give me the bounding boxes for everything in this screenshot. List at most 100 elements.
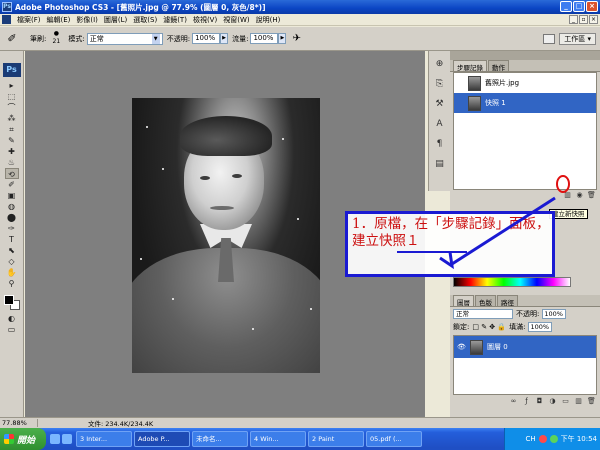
magic-wand-tool-icon[interactable]: ⁂ [5,113,19,124]
tray-green-icon[interactable] [549,435,558,443]
mode-select[interactable]: 正常 ▼ [86,32,163,45]
menu-help[interactable]: 說明(H) [253,15,284,25]
layers-lock-row: 鎖定: □ ✎ ✥ 🔒 填滿: 100% [450,320,600,333]
tab-paths[interactable]: 路徑 [497,295,518,307]
eraser-tool-icon[interactable]: ✐ [5,179,19,190]
character-icon[interactable]: A [433,117,447,131]
tool-presets-icon[interactable]: ⚒ [433,97,447,111]
ie-icon[interactable] [50,434,60,444]
tab-layers[interactable]: 圖層 [453,295,474,307]
new-layer-icon[interactable]: ▥ [574,397,583,406]
taskbar-item[interactable]: 05.pdf (... [366,431,422,447]
lasso-tool-icon[interactable]: ⌒ [5,102,19,113]
menu-select[interactable]: 選取(S) [130,15,160,25]
doc-close-button[interactable]: × [589,15,598,24]
language-indicator[interactable]: CH [525,435,535,443]
history-brush-tool-selected-icon[interactable]: ⟲ [4,168,19,179]
blur-tool-icon[interactable]: ◍ [5,201,19,212]
type-tool-icon[interactable]: T [5,234,19,245]
delete-state-icon[interactable]: 🗑 [587,191,596,200]
dust-speck [310,308,312,310]
lock-icons[interactable]: □ ✎ ✥ 🔒 [472,323,506,331]
screen-mode-icon[interactable]: ▭ [5,324,19,335]
paragraph-icon[interactable]: ¶ [433,137,447,151]
menu-view[interactable]: 檢視(V) [190,15,220,25]
workspace-button[interactable]: 工作區 ▾ [559,33,596,45]
menu-layer[interactable]: 圖層(L) [101,15,130,25]
opacity-input[interactable]: 100% [192,33,221,44]
document-icon [2,15,11,24]
maximize-button[interactable]: □ [573,1,585,12]
menu-filter[interactable]: 濾鏡(T) [160,15,190,25]
tab-history[interactable]: 步驟記錄 [453,60,487,72]
color-swatches[interactable] [2,293,22,311]
brush-preset-picker[interactable]: ● 21 [48,30,64,48]
fx-icon[interactable]: ƒ [522,397,531,406]
move-tool-icon[interactable]: ▸ [5,80,19,91]
zoom-tool-icon[interactable]: ⚲ [5,278,19,289]
history-icon[interactable]: ⎘ [433,77,447,91]
fill-input[interactable]: 100% [528,321,553,332]
layer-opacity-input[interactable]: 100% [542,308,567,319]
tab-channels[interactable]: 色版 [475,295,496,307]
taskbar-item[interactable]: 未命名... [192,431,248,447]
new-group-icon[interactable]: ▭ [561,397,570,406]
clone-stamp-tool-icon[interactable]: ♨ [5,157,19,168]
menu-image[interactable]: 影像(I) [73,15,101,25]
tab-actions[interactable]: 動作 [488,60,509,72]
taskbar-item[interactable]: 2 Paint [308,431,364,447]
mouth-shape [210,206,234,210]
history-item-source[interactable]: 舊照片.jpg [454,73,596,93]
menu-edit[interactable]: 編輯(E) [44,15,74,25]
dodge-tool-icon[interactable]: ⬤ [5,212,19,223]
doc-minimize-button[interactable]: _ [569,15,578,24]
doc-restore-button[interactable]: ▫ [579,15,588,24]
pen-tool-icon[interactable]: ✑ [5,223,19,234]
history-item-snapshot[interactable]: 快照 1 [454,93,596,113]
flow-label: 流量: [232,34,249,43]
info-icon[interactable]: ▤ [433,157,447,171]
taskbar-item[interactable]: 4 Win... [250,431,306,447]
taskbar-item-photoshop[interactable]: Adobe P... [134,431,190,447]
healing-brush-tool-icon[interactable]: ✚ [5,146,19,157]
delete-layer-icon[interactable]: 🗑 [587,397,596,406]
hand-tool-icon[interactable]: ✋ [5,267,19,278]
palette-well-icon[interactable] [543,34,556,44]
marquee-tool-icon[interactable]: ⬚ [5,91,19,102]
status-bar: 77.88% 文件: 234.4K/234.4K [0,417,600,428]
airbrush-icon[interactable]: ✈ [292,33,300,44]
history-brush-tool-icon[interactable]: ✐ [4,31,20,47]
start-button[interactable]: 開始 [0,428,46,450]
snapshot-thumbnail [468,95,481,111]
shape-tool-icon[interactable]: ◇ [5,256,19,267]
tray-red-icon[interactable] [538,435,547,443]
navigator-icon[interactable]: ⊕ [433,57,447,71]
minimize-button[interactable]: _ [560,1,572,12]
close-button[interactable]: × [586,1,598,12]
blend-mode-select[interactable]: 正常 [453,308,513,319]
menu-window[interactable]: 視窗(W) [220,15,252,25]
path-selection-tool-icon[interactable]: ⬉ [5,245,19,256]
layers-list: 👁 圖層 0 [453,335,597,395]
flow-slider-button[interactable]: ▶ [278,33,287,44]
create-new-snapshot-icon[interactable]: ◉ [575,191,584,200]
color-ramp[interactable] [453,277,571,287]
opacity-slider-button[interactable]: ▶ [220,33,229,44]
gradient-tool-icon[interactable]: ▣ [5,190,19,201]
clock: 下午 10:54 [560,435,597,443]
dust-speck [172,298,174,300]
eye-icon[interactable]: 👁 [457,343,467,351]
crop-tool-icon[interactable]: ⌗ [5,124,19,135]
layer-row[interactable]: 👁 圖層 0 [454,336,596,358]
mask-icon[interactable]: ◘ [535,397,544,406]
desktop-icon[interactable] [62,434,72,444]
taskbar-item[interactable]: 3 Inter... [76,431,132,447]
adjustment-icon[interactable]: ◑ [548,397,557,406]
eyedropper-tool-icon[interactable]: ✎ [5,135,19,146]
link-icon[interactable]: ∞ [509,397,518,406]
quick-mask-icon[interactable]: ◐ [5,313,19,324]
flow-input[interactable]: 100% [250,33,279,44]
menu-file[interactable]: 檔案(F) [14,15,44,25]
zoom-level[interactable]: 77.88% [0,419,38,427]
foreground-color-swatch[interactable] [3,295,14,305]
